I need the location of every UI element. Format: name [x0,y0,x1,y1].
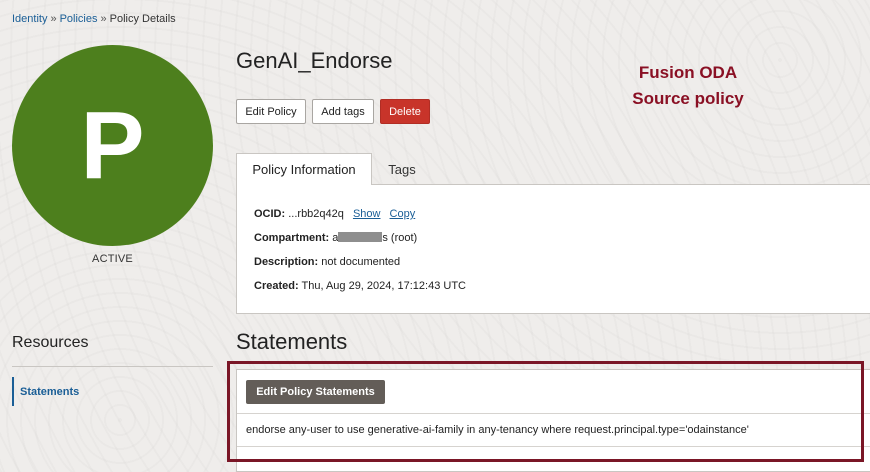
breadcrumb-separator: » [100,13,107,25]
description-row: Description: not documented [254,256,400,268]
delete-button[interactable]: Delete [380,99,430,124]
breadcrumb-policies[interactable]: Policies [60,13,98,25]
compartment-row: Compartment: as (root) [254,232,417,244]
breadcrumb-current: Policy Details [109,13,176,25]
statements-heading: Statements [236,329,348,354]
breadcrumb-separator: » [50,13,57,25]
ocid-row: OCID: ...rbb2q42q Show Copy [254,208,415,220]
edit-policy-button[interactable]: Edit Policy [236,99,306,124]
redaction-bar [338,232,383,242]
tab-policy-information[interactable]: Policy Information [236,153,372,185]
ocid-show-link[interactable]: Show [353,208,381,220]
breadcrumb: Identity» Policies» Policy Details [12,13,176,25]
policy-information-panel: OCID: ...rbb2q42q Show Copy Compartment:… [236,184,870,314]
statements-panel: Edit Policy Statements endorse any-user … [236,369,870,472]
resources-heading: Resources [12,334,89,351]
annotation-callout: Fusion ODA Source policy [610,60,766,112]
resource-item-statements[interactable]: Statements [12,377,211,406]
resources-divider [12,366,213,367]
annotation-line-1: Fusion ODA [638,63,738,82]
page-title: GenAI_Endorse [236,48,393,73]
ocid-copy-link[interactable]: Copy [390,208,416,220]
statements-divider [237,413,870,414]
ocid-value: ...rbb2q42q [288,208,344,220]
add-tags-button[interactable]: Add tags [312,99,374,124]
resource-item-label: Statements [20,385,80,398]
ocid-label: OCID: [254,208,286,220]
status-label: ACTIVE [92,253,133,265]
policy-statement: endorse any-user to use generative-ai-fa… [246,424,749,436]
edit-policy-statements-button[interactable]: Edit Policy Statements [246,380,385,404]
compartment-label: Compartment: [254,232,330,244]
description-value: not documented [321,256,401,268]
statements-divider [237,446,870,447]
breadcrumb-identity[interactable]: Identity [12,13,47,25]
description-label: Description: [254,256,319,268]
tab-tags[interactable]: Tags [374,153,430,185]
annotation-line-2: Source policy [632,89,744,108]
avatar-letter: P [80,91,145,199]
policy-avatar: P [12,45,213,246]
created-label: Created: [254,280,299,292]
created-row: Created: Thu, Aug 29, 2024, 17:12:43 UTC [254,280,466,292]
compartment-value-suffix: s (root) [382,232,418,244]
created-value: Thu, Aug 29, 2024, 17:12:43 UTC [301,280,466,292]
